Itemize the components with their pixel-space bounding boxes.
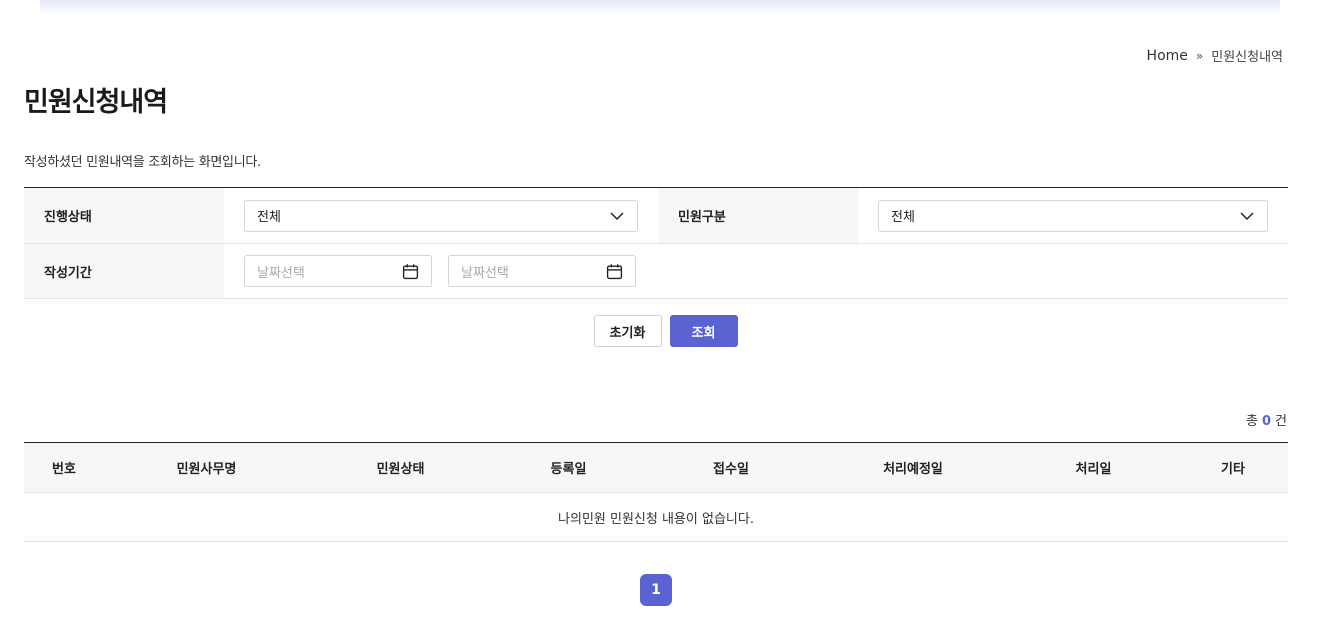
empty-message: 나의민원 민원신청 내용이 없습니다. (24, 492, 1288, 542)
chevron-down-icon (610, 211, 624, 220)
period-cell: 날짜선택 날짜선택 (224, 244, 652, 298)
result-table: 번호 민원사무명 민원상태 등록일 접수일 처리예정일 처리일 기타 나의민원 … (24, 442, 1288, 542)
status-cell: 전체 (224, 188, 658, 243)
type-label: 민원구분 (658, 188, 858, 243)
column-header: 등록일 (492, 442, 645, 493)
column-header: 민원상태 (309, 442, 492, 493)
table-header-row: 번호 민원사무명 민원상태 등록일 접수일 처리예정일 처리일 기타 (24, 442, 1288, 493)
total-prefix: 총 (1246, 414, 1258, 429)
search-actions: 초기화 조회 (0, 315, 1317, 347)
search-row-period: 작성기간 날짜선택 날짜선택 (24, 244, 1288, 299)
calendar-icon[interactable] (402, 263, 419, 280)
search-button[interactable]: 조회 (669, 315, 738, 347)
column-header: 번호 (24, 442, 104, 493)
column-header: 접수일 (645, 442, 817, 493)
reset-button[interactable]: 초기화 (593, 315, 662, 347)
calendar-icon[interactable] (606, 263, 623, 280)
status-select[interactable]: 전체 (244, 199, 638, 232)
page-description: 작성하셨던 민원내역을 조회하는 화면입니다. (24, 155, 261, 170)
column-header: 민원사무명 (104, 442, 309, 493)
date-end-placeholder: 날짜선택 (461, 265, 509, 281)
search-row-status: 진행상태 전체 민원구분 전체 (24, 188, 1288, 244)
type-select-value: 전체 (891, 210, 915, 225)
date-start-input[interactable]: 날짜선택 (244, 255, 432, 287)
total-suffix: 건 (1275, 414, 1287, 429)
table-row: 나의민원 민원신청 내용이 없습니다. (24, 492, 1288, 542)
date-end-input[interactable]: 날짜선택 (448, 255, 636, 287)
page-title: 민원신청내역 (24, 87, 168, 118)
date-start-placeholder: 날짜선택 (257, 265, 305, 281)
breadcrumb-home-link[interactable]: Home (1147, 48, 1188, 64)
period-label: 작성기간 (24, 244, 224, 298)
column-header: 기타 (1178, 442, 1288, 493)
status-label: 진행상태 (24, 188, 224, 243)
breadcrumb: Home » 민원신청내역 (1147, 46, 1283, 66)
total-count-value: 0 (1261, 414, 1272, 429)
status-select-value: 전체 (257, 210, 281, 225)
column-header: 처리예정일 (817, 442, 1009, 493)
header-shadow (40, 0, 1280, 14)
total-count: 총0건 (1246, 410, 1287, 429)
column-header: 처리일 (1009, 442, 1178, 493)
pagination: 1 (640, 574, 672, 606)
chevron-down-icon (1240, 211, 1254, 220)
type-cell: 전체 (858, 188, 1288, 243)
page-button-current[interactable]: 1 (640, 574, 672, 606)
type-select[interactable]: 전체 (878, 199, 1268, 232)
search-form: 진행상태 전체 민원구분 전체 작성기간 날짜선택 날짜선택 (24, 187, 1288, 299)
breadcrumb-separator: » (1195, 48, 1204, 63)
breadcrumb-current: 민원신청내역 (1211, 50, 1283, 65)
